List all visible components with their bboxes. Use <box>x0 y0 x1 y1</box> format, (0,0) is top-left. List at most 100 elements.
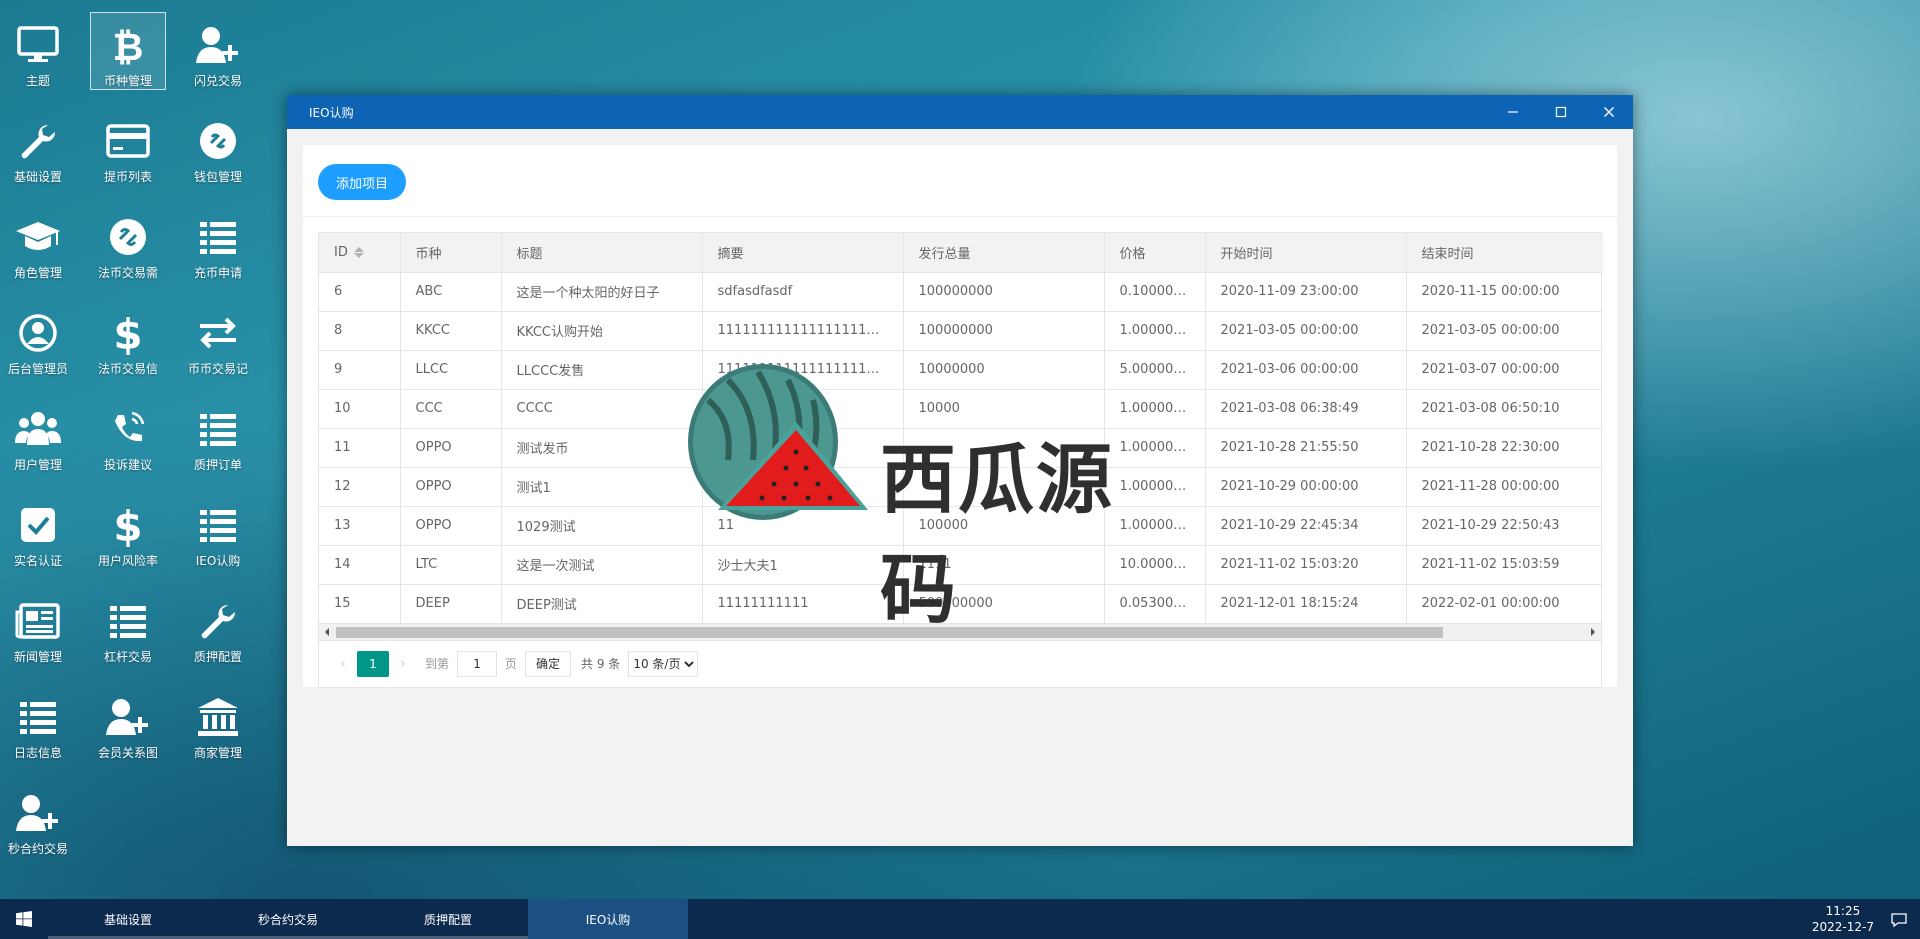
taskbar-item[interactable]: 秒合约交易 <box>208 899 368 939</box>
table-cell: 0.10000000 <box>1104 272 1206 312</box>
desktop-icon-4[interactable]: 基础设置 <box>0 108 76 186</box>
column-header[interactable]: 价格 <box>1104 233 1206 273</box>
column-header[interactable]: 标题 <box>501 233 703 273</box>
desktop-icon-20[interactable]: 杠杆交易 <box>90 588 166 666</box>
clock-date: 2022-12-7 <box>1811 920 1874 934</box>
desktop-icon-16[interactable]: 实名认证 <box>0 492 76 570</box>
table-row[interactable]: 15 DEEP DEEP测试 11111111111 500000000 0.053000… <box>319 584 1603 624</box>
taskbar-item[interactable]: IEO认购 <box>528 899 688 939</box>
table-cell: 1.00000000 <box>1104 389 1206 429</box>
wrench-icon <box>13 116 63 166</box>
desktop-icon-label: IEO认购 <box>195 554 241 568</box>
window-titlebar[interactable]: IEO认购 <box>287 95 1633 129</box>
phone-icon <box>103 404 153 454</box>
table-cell: 2021-03-05 00:00:00 <box>1205 311 1407 351</box>
horizontal-scrollbar[interactable] <box>319 623 1601 641</box>
confirm-button[interactable]: 确定 <box>525 650 572 677</box>
add-project-button[interactable]: 添加项目 <box>318 164 407 200</box>
notification-icon <box>1891 913 1907 928</box>
graduation-cap-icon <box>13 212 63 262</box>
column-header[interactable]: 开始时间 <box>1205 233 1407 273</box>
desktop-icon-5[interactable]: 提币列表 <box>90 108 166 186</box>
table-cell: 1.00000000 <box>1104 506 1206 546</box>
desktop-icon-7[interactable]: 角色管理 <box>0 204 76 282</box>
desktop-icon-8[interactable]: 法币交易需 <box>90 204 166 282</box>
list-icon <box>193 500 243 550</box>
table-row[interactable]: 8KKCCKKCC认购开始111111111111111111111111111… <box>319 311 1603 351</box>
desktop-icon-10[interactable]: 后台管理员 <box>0 300 76 378</box>
user-plus-icon <box>103 692 153 742</box>
table-cell: 2020-11-09 23:00:00 <box>1205 272 1407 312</box>
table-row[interactable]: 10 CCC CCCC 10000 1.00000000 2021-03-08 06:38… <box>319 389 1603 429</box>
desktop-icon-9[interactable]: 充币申请 <box>180 204 256 282</box>
table-cell: LLCCC发售 <box>501 350 703 390</box>
desktop-icon-25[interactable]: 秒合约交易 <box>0 780 76 858</box>
table-cell: sdfasdfasdf <box>702 272 904 312</box>
table-cell: 1.00000000 <box>1104 311 1206 351</box>
taskbar-item[interactable]: 质押配置 <box>368 899 528 939</box>
prev-page-icon[interactable]: ‹ <box>329 656 357 672</box>
next-page-icon[interactable]: › <box>389 656 417 672</box>
start-button[interactable] <box>0 899 48 939</box>
desktop-icon-13[interactable]: 用户管理 <box>0 396 76 474</box>
per-page-select[interactable]: 10 条/页 <box>628 650 699 677</box>
table-row[interactable]: 14 LTC 这是一次测试 沙士大夫1 1111 10.00000000 2021-11-0… <box>319 545 1603 585</box>
desktop-icon-21[interactable]: 质押配置 <box>180 588 256 666</box>
column-header[interactable]: 结束时间 <box>1406 233 1603 273</box>
table-row[interactable]: 9LLCCLLCCC发售1111111111111111111111111111… <box>319 350 1603 390</box>
column-header-label: 摘要 <box>717 246 744 262</box>
scroll-right-icon[interactable] <box>1591 627 1599 636</box>
close-icon <box>1604 107 1614 117</box>
desktop-icon-18[interactable]: IEO认购 <box>180 492 256 570</box>
taskbar-item[interactable]: 基础设置 <box>48 899 208 939</box>
column-header-label: 标题 <box>516 246 543 262</box>
column-header[interactable]: ID <box>319 233 401 273</box>
table-cell: 2021-03-06 00:00:00 <box>1205 350 1407 390</box>
column-header-label: 发行总量 <box>918 246 971 262</box>
minimize-button[interactable] <box>1489 95 1537 129</box>
desktop-icon-label: 后台管理员 <box>7 362 68 376</box>
scroll-left-icon[interactable] <box>321 627 329 636</box>
scrollbar-thumb[interactable] <box>336 626 1443 638</box>
desktop-icon-1[interactable]: 主题 <box>0 12 76 90</box>
desktop-icon-label: 质押订单 <box>193 458 242 472</box>
desktop-icon-6[interactable]: 钱包管理 <box>180 108 256 186</box>
user-circle-icon <box>13 308 63 358</box>
maximize-button[interactable] <box>1537 95 1585 129</box>
page-input[interactable] <box>457 650 498 677</box>
desktop-icon-12[interactable]: 币币交易记 <box>180 300 256 378</box>
table-row[interactable]: 13 OPPO 1029测试 11 100000 1.00000000 2021-10-29… <box>319 506 1603 546</box>
column-header[interactable]: 币种 <box>400 233 502 273</box>
column-header[interactable]: 发行总量 <box>903 233 1105 273</box>
table-row[interactable]: 12 OPPO 测试1 1.00000000 2021-10-29 00:00:00 20… <box>319 467 1603 507</box>
table-cell: 2021-12-01 18:15:24 <box>1205 584 1407 624</box>
toolbar: 添加项目 <box>303 145 1617 217</box>
desktop-icon-2[interactable]: ₿ 币种管理 <box>90 12 166 90</box>
close-button[interactable] <box>1585 95 1633 129</box>
desktop-icon-22[interactable]: 日志信息 <box>0 684 76 762</box>
desktop-icon-19[interactable]: 新闻管理 <box>0 588 76 666</box>
desktop-icon-23[interactable]: 会员关系图 <box>90 684 166 762</box>
desktop-icon-24[interactable]: 商家管理 <box>180 684 256 762</box>
table-row[interactable]: 6 ABC 这是一个种太阳的好日子 sdfasdfasdf 100000000 0.100… <box>319 272 1603 312</box>
desktop-icon-3[interactable]: 闪兑交易 <box>180 12 256 90</box>
desktop-icon-14[interactable]: 投诉建议 <box>90 396 166 474</box>
window-title: IEO认购 <box>309 105 354 120</box>
desktop-icon-17[interactable]: $ 用户风险率 <box>90 492 166 570</box>
table-row[interactable]: 11 OPPO 测试发币 1.00000000 2021-10-28 21:55:50 2… <box>319 428 1603 468</box>
table-cell: 9 <box>319 350 401 390</box>
table-cell: 这是一次测试 <box>501 545 703 585</box>
desktop-icon-15[interactable]: 质押订单 <box>180 396 256 474</box>
table-cell: 500000000 <box>903 584 1105 624</box>
current-page[interactable]: 1 <box>357 650 389 677</box>
column-header[interactable]: 摘要 <box>702 233 904 273</box>
table-cell: 测试1 <box>501 467 703 507</box>
clock[interactable]: 11:25 2022-12-7 <box>1812 903 1874 935</box>
list-icon <box>13 692 63 742</box>
notification-button[interactable] <box>1886 907 1912 933</box>
table-cell: 2021-11-02 15:03:59 <box>1406 545 1603 585</box>
wallet-icon <box>193 116 243 166</box>
desktop-icon-11[interactable]: $ 法币交易信 <box>90 300 166 378</box>
sort-icon[interactable] <box>353 246 364 259</box>
column-header-label: 开始时间 <box>1220 246 1273 262</box>
